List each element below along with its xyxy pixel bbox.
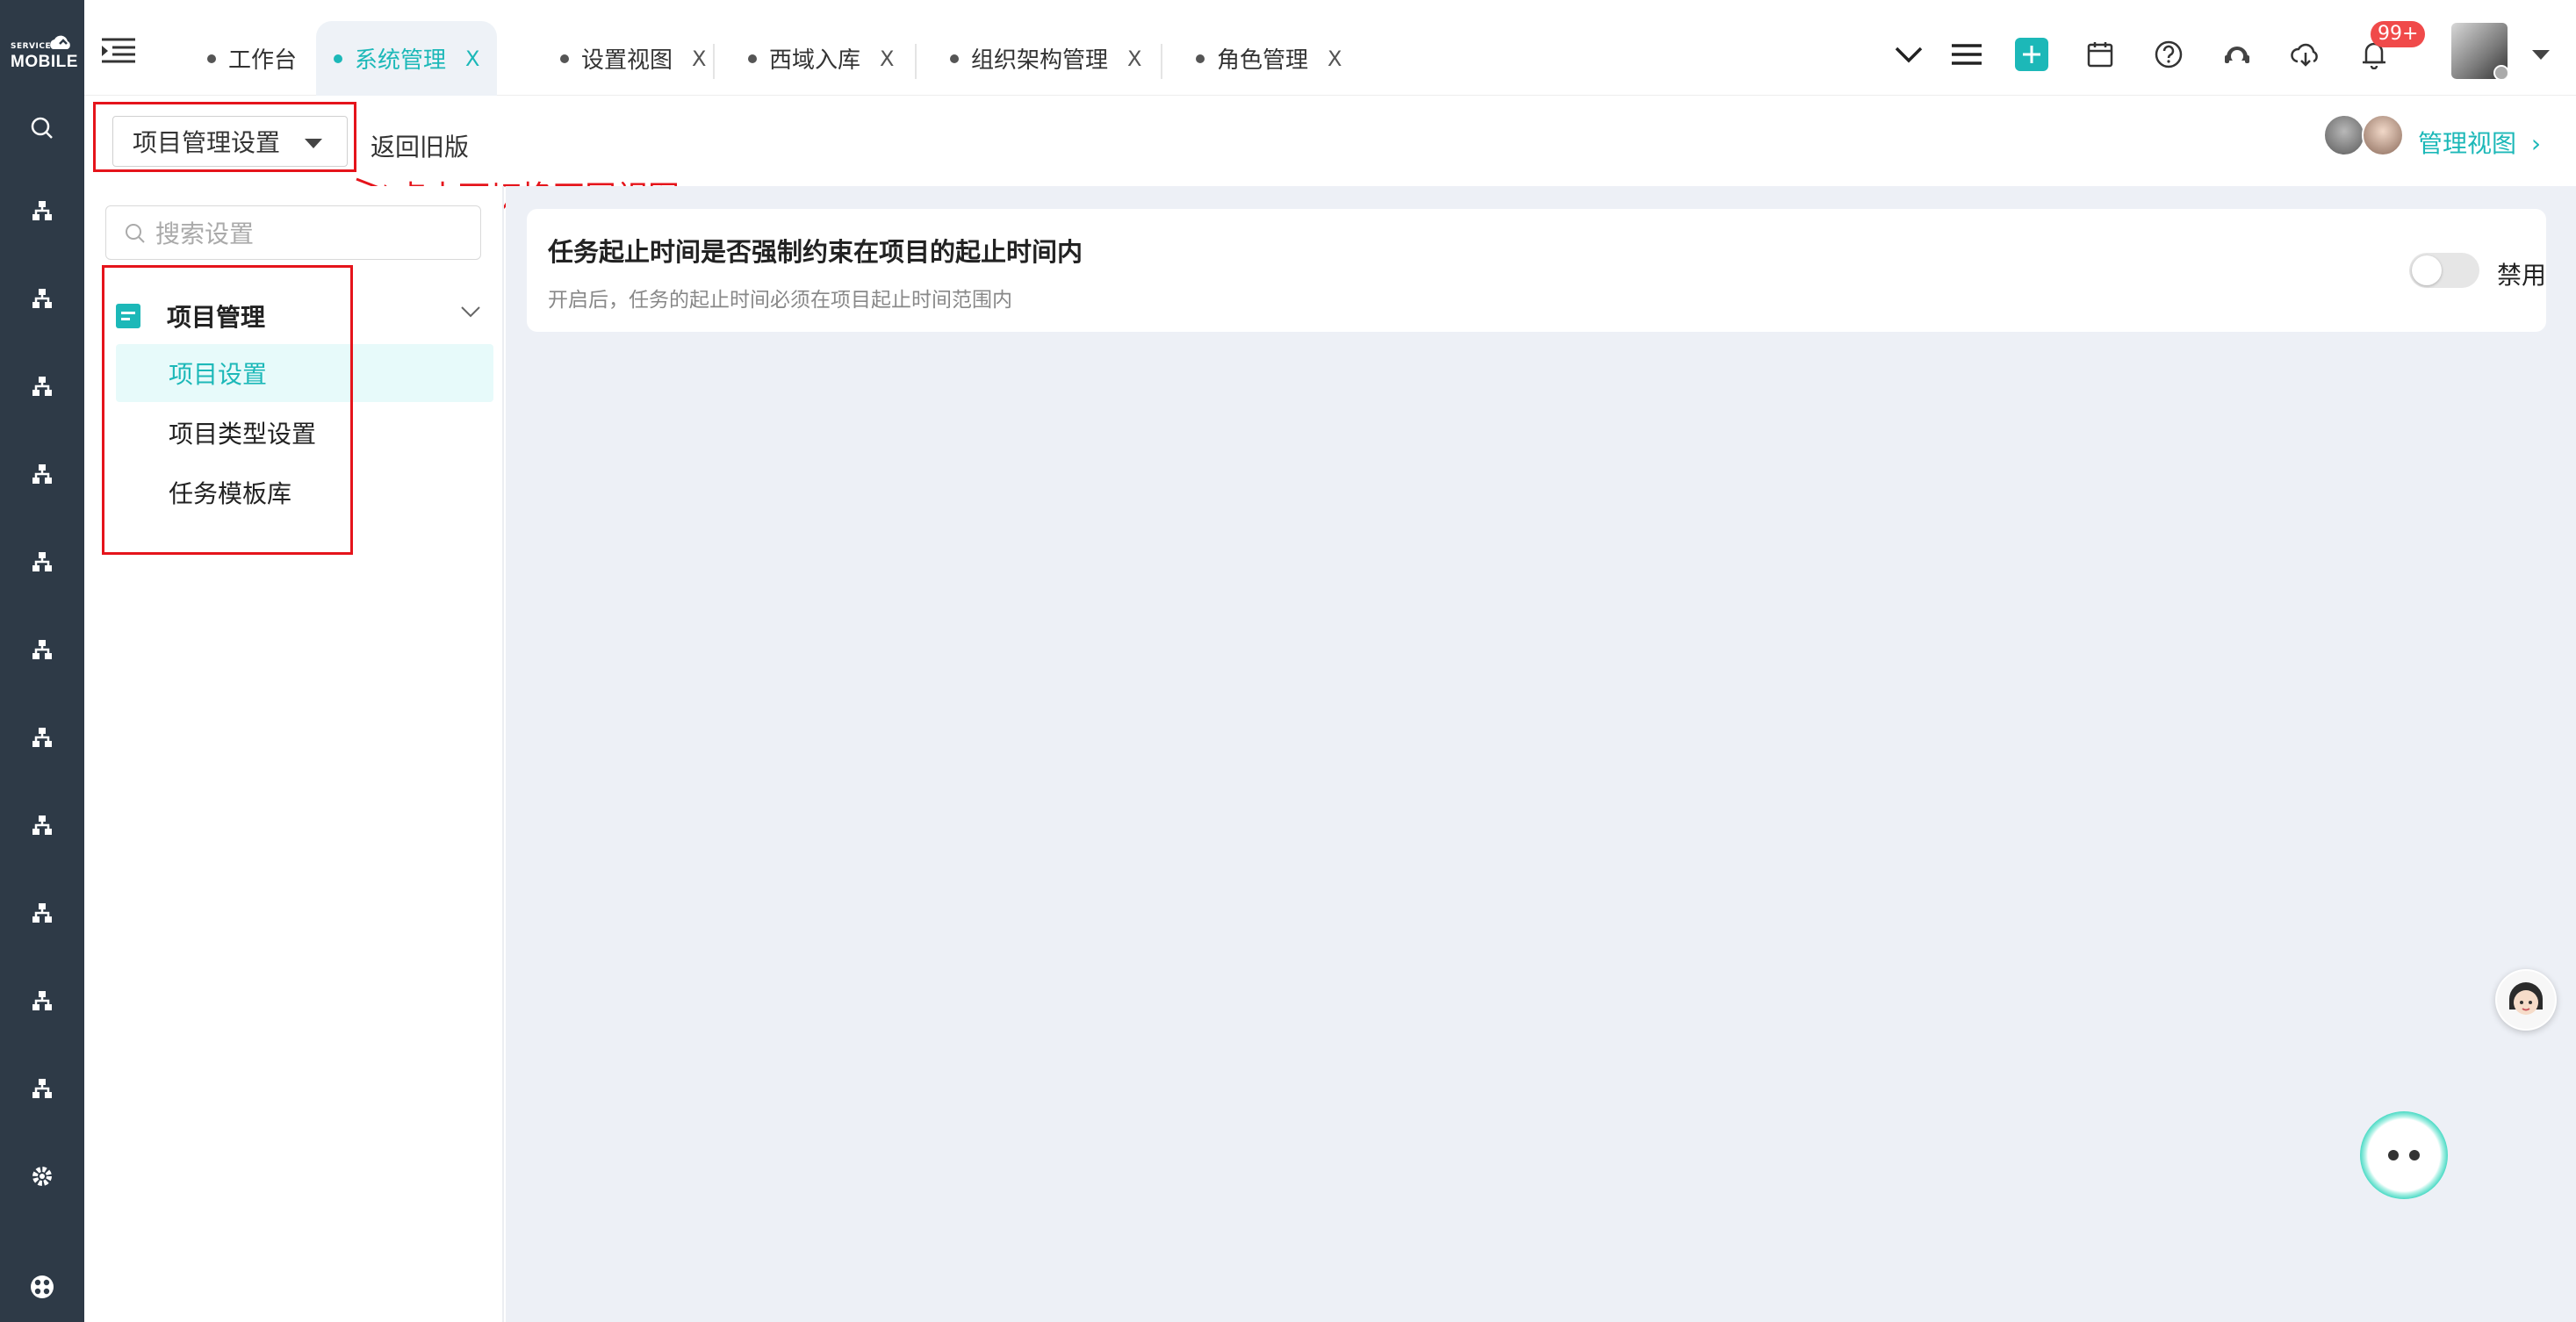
manager-avatar — [2362, 114, 2404, 156]
setting-toggle[interactable] — [2409, 253, 2479, 288]
setting-title: 任务起止时间是否强制约束在项目的起止时间内 — [548, 237, 1083, 267]
gear-icon[interactable] — [25, 1159, 60, 1194]
list-menu-icon[interactable] — [1947, 35, 1986, 74]
apps-icon[interactable] — [25, 1269, 60, 1304]
annotation-box — [102, 265, 353, 555]
close-icon[interactable]: X — [692, 47, 706, 71]
tab-xiyu-inbound[interactable]: 西域入库 X — [730, 21, 911, 96]
annotation-box — [93, 102, 356, 172]
search-placeholder: 搜索设置 — [155, 219, 255, 248]
settings-search-input[interactable]: 搜索设置 — [105, 205, 481, 260]
menu-collapse-icon[interactable] — [102, 37, 135, 67]
tab-divider — [1161, 44, 1162, 79]
close-icon[interactable]: X — [465, 47, 479, 71]
tab-dot — [1196, 54, 1205, 63]
org-tree-icon[interactable] — [25, 720, 60, 755]
org-tree-icon[interactable] — [25, 369, 60, 404]
tab-dot — [560, 54, 569, 63]
tab-divider — [713, 44, 715, 79]
tab-dot — [748, 54, 757, 63]
tab-label: 工作台 — [228, 47, 298, 74]
toggle-status-label: 禁用 — [2497, 261, 2547, 290]
org-tree-icon[interactable] — [25, 983, 60, 1018]
back-old-version-link[interactable]: 返回旧版 — [371, 128, 469, 163]
chevron-down-icon — [461, 306, 480, 318]
tab-label: 组织架构管理 — [971, 47, 1109, 74]
notification-badge: 99+ — [2371, 21, 2426, 47]
org-tree-icon[interactable] — [25, 632, 60, 667]
main-content: 任务起止时间是否强制约束在项目的起止时间内 开启后，任务的起止时间必须在项目起止… — [506, 186, 2576, 1322]
top-bar: 工作台 系统管理 X 设置视图 X 西域入库 X 组织架构管理 X 角色管理 X — [84, 5, 2576, 96]
tab-workbench[interactable]: 工作台 — [190, 21, 314, 96]
setting-description: 开启后，任务的起止时间必须在项目起止时间范围内 — [548, 289, 1012, 312]
customer-service-icon[interactable] — [2218, 35, 2256, 74]
manager-avatar — [2323, 114, 2365, 156]
app-sidebar: SERVICE MOBILE — [0, 0, 84, 1322]
search-icon[interactable] — [25, 111, 60, 146]
logo-small-text: SERVICE — [11, 42, 52, 51]
tab-label: 角色管理 — [1217, 47, 1309, 74]
assistant-avatar[interactable] — [2495, 969, 2557, 1031]
bot-eye — [2388, 1150, 2399, 1160]
logo-big-text: MOBILE — [11, 53, 78, 71]
org-tree-icon[interactable] — [25, 895, 60, 930]
tab-divider — [915, 44, 917, 79]
tab-dot — [950, 54, 959, 63]
chevron-right-icon: › — [2530, 129, 2542, 158]
tab-org-structure[interactable]: 组织架构管理 X — [932, 21, 1159, 96]
cloud-download-icon[interactable] — [2286, 35, 2325, 74]
app-logo: SERVICE MOBILE — [7, 32, 78, 71]
tab-dot — [207, 54, 216, 63]
status-dot — [2493, 65, 2508, 79]
org-tree-icon[interactable] — [25, 281, 60, 316]
org-tree-icon[interactable] — [25, 193, 60, 228]
tab-settings-view[interactable]: 设置视图 X — [543, 21, 723, 96]
setting-card: 任务起止时间是否强制约束在项目的起止时间内 开启后，任务的起止时间必须在项目起止… — [527, 209, 2546, 332]
org-tree-icon[interactable] — [25, 808, 60, 843]
toggle-knob — [2412, 255, 2442, 285]
tab-dot — [334, 54, 342, 63]
org-tree-icon[interactable] — [25, 456, 60, 492]
tab-label: 设置视图 — [581, 47, 673, 74]
tab-label: 系统管理 — [355, 47, 447, 74]
add-icon[interactable] — [2012, 35, 2051, 74]
tab-role-management[interactable]: 角色管理 X — [1178, 21, 1359, 96]
close-icon[interactable]: X — [1127, 47, 1141, 71]
chat-bot-button[interactable] — [2360, 1111, 2448, 1199]
org-tree-icon[interactable] — [25, 544, 60, 579]
close-icon[interactable]: X — [1328, 47, 1342, 71]
org-tree-icon[interactable] — [25, 1071, 60, 1106]
manage-view-label: 管理视图 — [2418, 129, 2517, 158]
tab-system-management[interactable]: 系统管理 X — [316, 21, 498, 96]
help-icon[interactable] — [2149, 35, 2188, 74]
cloud-logo-icon — [50, 35, 70, 49]
user-avatar[interactable] — [2451, 23, 2508, 79]
search-icon — [126, 224, 145, 243]
tab-label: 西域入库 — [769, 47, 861, 74]
bot-eye — [2409, 1150, 2420, 1160]
manage-view-link[interactable]: 管理视图 › — [2418, 125, 2541, 160]
chevron-down-icon[interactable] — [1889, 35, 1928, 74]
calendar-icon[interactable] — [2081, 35, 2119, 74]
close-icon[interactable]: X — [880, 47, 894, 71]
caret-down-icon[interactable] — [2522, 35, 2560, 74]
